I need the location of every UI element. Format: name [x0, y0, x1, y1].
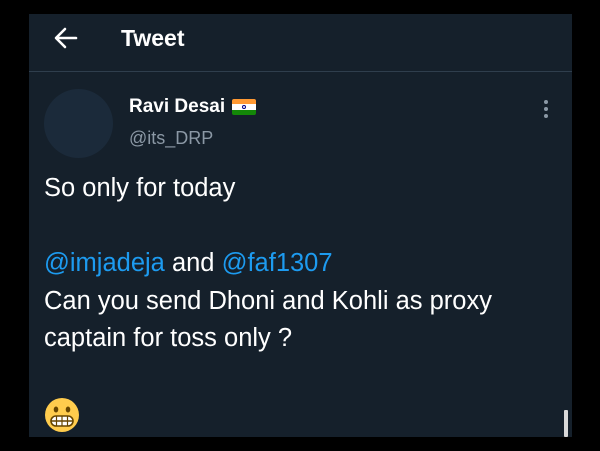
- more-vertical-icon[interactable]: [538, 98, 554, 120]
- connector-text: and: [164, 249, 222, 277]
- tweet-screen: Tweet Ravi Desai @its_DRP So only for to…: [29, 14, 572, 437]
- grimacing-face-emoji: [45, 398, 79, 432]
- tweet-line-mentions: @imjadeja and @faf1307: [44, 245, 564, 283]
- tweet-line-3: Can you send Dhoni and Kohli as proxy: [44, 286, 492, 315]
- author-handle[interactable]: @its_DRP: [129, 127, 213, 149]
- mention-link[interactable]: @faf1307: [222, 249, 333, 277]
- page-title: Tweet: [121, 25, 185, 51]
- scrollbar[interactable]: [564, 410, 568, 437]
- tweet-line-4: captain for toss only ?: [44, 324, 293, 352]
- author-name-row[interactable]: Ravi Desai: [129, 95, 257, 119]
- arrow-left-icon: [54, 27, 78, 49]
- tweet-line-1: So only for today: [44, 174, 236, 202]
- mention-link[interactable]: @imjadeja: [44, 249, 165, 277]
- tweet-text: So only for today @imjadeja and @faf1307…: [44, 170, 564, 358]
- author-name[interactable]: Ravi Desai: [129, 95, 225, 119]
- avatar[interactable]: [44, 89, 113, 158]
- back-button[interactable]: [49, 24, 83, 52]
- india-flag-icon: [232, 99, 257, 115]
- top-bar: Tweet: [29, 14, 572, 72]
